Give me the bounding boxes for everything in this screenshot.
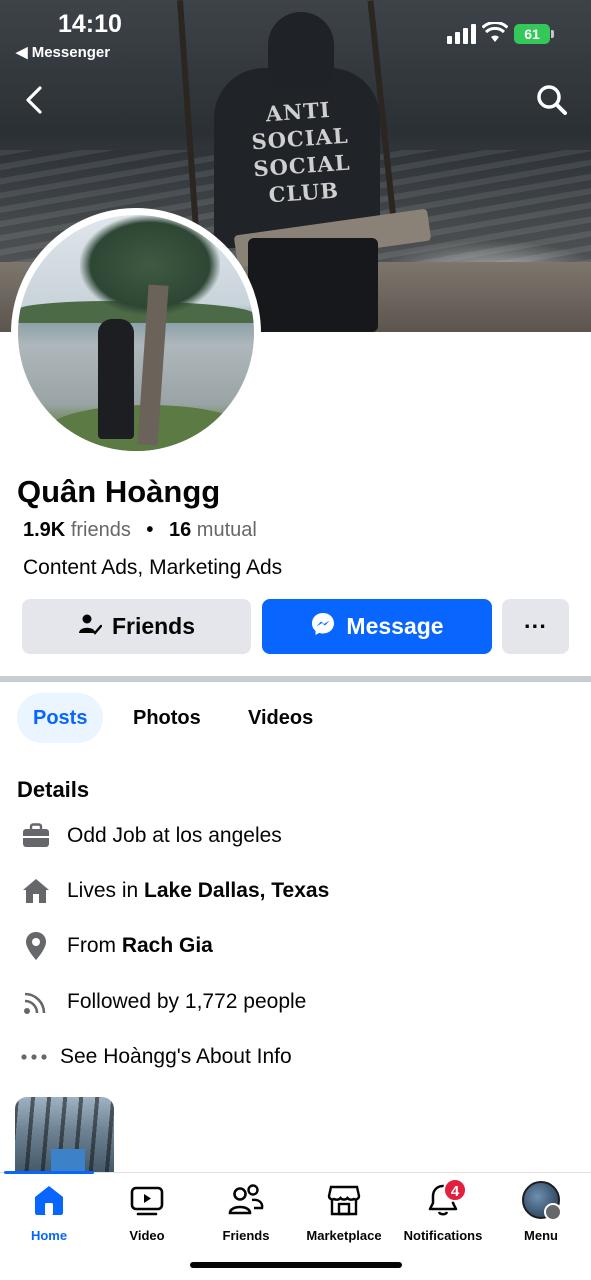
status-bar: 14:10 ◀ Messenger 61: [0, 0, 591, 70]
more-dots-icon: ···: [524, 613, 547, 639]
nav-friends[interactable]: Friends: [197, 1180, 295, 1244]
tab-posts[interactable]: Posts: [17, 693, 104, 743]
friends-button[interactable]: Friends: [22, 599, 251, 654]
cellular-signal-icon: [447, 24, 479, 44]
thumbnail-screen: [51, 1149, 85, 1171]
search-icon[interactable]: [534, 82, 570, 118]
nav-home-label: Home: [30, 1228, 68, 1243]
marketplace-icon: [324, 1180, 364, 1220]
friends-label: friends: [70, 519, 131, 541]
followers-text: Followed by 1,772 people: [67, 990, 307, 1013]
detail-work-text: Odd Job at los angeles: [67, 824, 282, 847]
ellipsis-icon: [18, 1042, 50, 1072]
nav-menu-label: Menu: [524, 1228, 558, 1243]
nav-notifications-label: Notifications: [403, 1228, 483, 1243]
rss-follow-icon: [20, 987, 52, 1017]
nav-marketplace[interactable]: Marketplace: [295, 1180, 393, 1244]
back-arrow-icon[interactable]: [18, 82, 54, 118]
location-pin-icon: [20, 931, 52, 961]
home-indicator-bar[interactable]: [190, 1262, 402, 1268]
nav-video[interactable]: Video: [98, 1180, 196, 1244]
friends-icon: [226, 1180, 266, 1220]
notifications-badge: 4: [443, 1178, 467, 1202]
about-info-text: See Hoàngg's About Info: [60, 1045, 292, 1068]
briefcase-icon: [20, 821, 52, 851]
message-button[interactable]: Message: [262, 599, 492, 654]
bell-icon: 4: [423, 1178, 467, 1220]
tab-photos[interactable]: Photos: [117, 693, 217, 743]
more-options-button[interactable]: ···: [502, 599, 569, 654]
avatar-person: [98, 319, 134, 439]
friend-check-icon: [78, 612, 103, 642]
photo-thumbnail[interactable]: [15, 1097, 114, 1177]
nav-menu[interactable]: Menu: [492, 1180, 590, 1244]
tab-videos[interactable]: Videos: [232, 693, 329, 743]
house-icon: [20, 876, 52, 906]
section-divider: [0, 676, 591, 682]
messenger-icon: [310, 611, 336, 643]
message-button-label: Message: [346, 613, 444, 639]
lives-prefix: Lives in: [67, 879, 145, 902]
profile-bio: Content Ads, Marketing Ads: [23, 556, 283, 579]
detail-lives: Lives in Lake Dallas, Texas: [20, 876, 329, 906]
status-time: 14:10: [58, 10, 122, 38]
friends-count: 1.9K: [23, 519, 66, 541]
detail-from: From Rach Gia: [20, 931, 213, 961]
lives-place[interactable]: Lake Dallas, Texas: [144, 879, 329, 903]
avatar: [522, 1181, 562, 1221]
menu-avatar-icon: [521, 1180, 562, 1221]
video-icon: [127, 1180, 167, 1220]
from-prefix: From: [67, 934, 122, 957]
detail-followers: Followed by 1,772 people: [20, 987, 306, 1017]
detail-about-link[interactable]: See Hoàngg's About Info: [18, 1042, 292, 1072]
mutual-label: mutual: [196, 519, 257, 541]
nav-friends-label: Friends: [222, 1228, 270, 1243]
friends-meta[interactable]: 1.9K friends • 16 mutual: [23, 519, 257, 542]
profile-avatar[interactable]: [18, 215, 254, 451]
back-to-messenger[interactable]: ◀ Messenger: [16, 43, 110, 61]
figure-legs: [248, 238, 378, 332]
nav-video-label: Video: [129, 1228, 165, 1243]
menu-hamburger-badge: [544, 1203, 562, 1221]
home-icon: [29, 1180, 69, 1220]
detail-work: Odd Job at los angeles: [20, 821, 282, 851]
friends-button-label: Friends: [111, 613, 196, 639]
meta-separator: •: [146, 519, 154, 541]
battery-indicator: 61: [514, 24, 554, 44]
hoodie-print: ANTI SOCIAL SOCIAL CLUB: [250, 96, 352, 208]
active-tab-indicator: [4, 1171, 94, 1174]
mutual-count: 16: [168, 519, 192, 541]
nav-home[interactable]: Home: [0, 1180, 98, 1244]
from-place[interactable]: Rach Gia: [122, 934, 213, 958]
nav-marketplace-label: Marketplace: [306, 1228, 382, 1243]
nav-notifications[interactable]: 4 Notifications: [394, 1178, 492, 1244]
details-heading: Details: [17, 777, 90, 802]
profile-name: Quân Hoàngg: [17, 474, 221, 509]
wifi-icon: [481, 20, 509, 44]
